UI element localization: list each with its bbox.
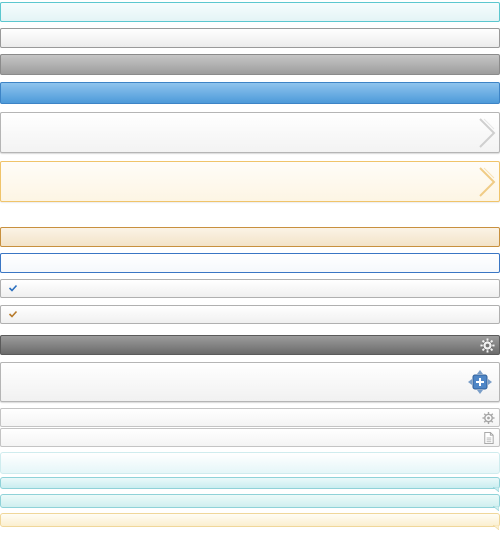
- tooltip-tail-icon: [493, 525, 499, 530]
- move-plus-icon[interactable]: [468, 370, 492, 394]
- teal-field[interactable]: [0, 2, 500, 22]
- plain-field[interactable]: [0, 28, 500, 48]
- settings-row[interactable]: [0, 408, 500, 427]
- chevron-right-icon: [479, 167, 496, 197]
- gear-icon[interactable]: [480, 338, 495, 353]
- checked-row-blue[interactable]: [0, 279, 500, 298]
- checked-row-orange[interactable]: [0, 305, 500, 324]
- dark-header-bar: [0, 335, 500, 355]
- gear-icon[interactable]: [482, 411, 495, 425]
- gray-button-bar[interactable]: [0, 54, 500, 75]
- tooltip-tail-icon: [493, 506, 499, 511]
- checkmark-icon: [8, 310, 18, 318]
- draggable-panel[interactable]: [0, 362, 500, 402]
- nav-panel-highlighted[interactable]: [0, 161, 500, 202]
- document-row[interactable]: [0, 428, 500, 447]
- nav-panel[interactable]: [0, 112, 500, 153]
- focused-field[interactable]: [0, 253, 500, 273]
- blue-button-bar[interactable]: [0, 82, 500, 104]
- document-icon[interactable]: [482, 431, 495, 445]
- chevron-right-icon: [479, 118, 496, 148]
- tooltip-tail-icon: [493, 487, 499, 492]
- tooltip-strip: [0, 452, 500, 474]
- tooltip-strip: [0, 477, 500, 492]
- tooltip-strip: [0, 494, 500, 511]
- orange-field[interactable]: [0, 227, 500, 247]
- tooltip-strip: [0, 513, 500, 530]
- checkmark-icon: [8, 284, 18, 292]
